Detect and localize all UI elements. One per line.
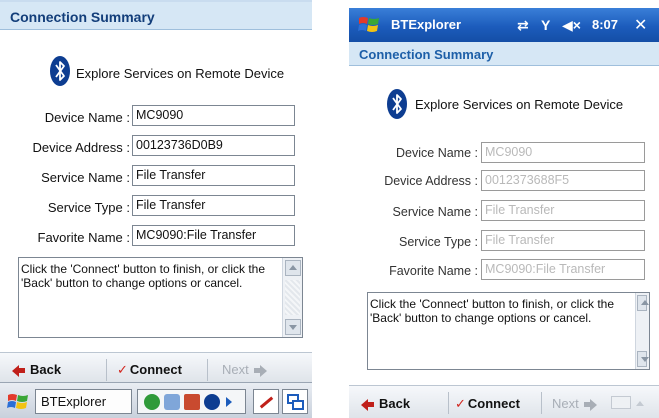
- favorite-name-label: Favorite Name :: [389, 264, 478, 278]
- scroll-track[interactable]: [285, 280, 300, 315]
- instructions-box[interactable]: Click the 'Connect' button to finish, or…: [367, 292, 650, 370]
- sync-icon[interactable]: [164, 394, 180, 410]
- instructions-box[interactable]: Click the 'Connect' button to finish, or…: [18, 257, 303, 338]
- service-name-field[interactable]: File Transfer: [132, 165, 295, 186]
- signal-icon[interactable]: Y: [541, 17, 550, 33]
- left-screen: Connection Summary Explore Services on R…: [0, 0, 312, 418]
- instructions-text: Click the 'Connect' button to finish, or…: [21, 262, 266, 290]
- bluetooth-icon: [50, 56, 70, 86]
- favorite-name-field[interactable]: MC9090:File Transfer: [132, 225, 295, 246]
- softkey-bar: Back ✓ Connect Next: [0, 352, 312, 382]
- connect-button[interactable]: ✓ Connect: [117, 362, 182, 378]
- title-bar: BTExplorer ⇄ Y ◀× 8:07 ✕: [349, 8, 659, 42]
- scroll-down-icon[interactable]: [637, 351, 649, 367]
- back-button[interactable]: Back: [361, 396, 410, 411]
- scroll-up-icon[interactable]: [285, 260, 301, 276]
- instructions-scrollbar[interactable]: [635, 293, 649, 369]
- instructions-text: Click the 'Connect' button to finish, or…: [370, 297, 615, 325]
- windows-flag-icon[interactable]: [357, 14, 381, 36]
- next-button[interactable]: Next: [552, 396, 597, 411]
- taskbar-app-button[interactable]: BTExplorer: [35, 389, 132, 414]
- window-switch-icon[interactable]: [282, 389, 308, 414]
- service-type-label: Service Type :: [399, 235, 478, 249]
- input-menu-icon[interactable]: [636, 401, 644, 406]
- tray-expand-icon[interactable]: [226, 397, 232, 407]
- device-address-label: Device Address :: [384, 174, 478, 188]
- volume-icon[interactable]: ◀×: [562, 17, 581, 34]
- device-name-label: Device Name :: [396, 146, 478, 160]
- service-name-label: Service Name :: [392, 205, 478, 219]
- connectivity-icon[interactable]: ⇄: [517, 17, 529, 34]
- service-name-label: Service Name :: [41, 170, 130, 185]
- page-header: Connection Summary: [349, 42, 659, 66]
- bluetooth-icon: [387, 89, 407, 119]
- explore-services-text: Explore Services on Remote Device: [415, 97, 624, 112]
- page-title: Connection Summary: [10, 9, 155, 25]
- star-icon[interactable]: [184, 394, 200, 410]
- system-tray[interactable]: [137, 389, 246, 414]
- clock[interactable]: 8:07: [592, 17, 618, 32]
- taskbar: BTExplorer: [0, 382, 312, 418]
- back-arrow-icon: [12, 364, 19, 377]
- checkmark-icon: ✓: [117, 362, 128, 377]
- scroll-down-icon[interactable]: [285, 319, 301, 335]
- next-button[interactable]: Next: [222, 362, 267, 377]
- back-arrow-icon: [361, 398, 368, 411]
- service-name-field[interactable]: File Transfer: [481, 200, 645, 221]
- service-type-field[interactable]: File Transfer: [481, 230, 645, 251]
- service-type-field[interactable]: File Transfer: [132, 195, 295, 216]
- scroll-up-icon[interactable]: [637, 295, 649, 311]
- app-title: BTExplorer: [391, 17, 462, 32]
- instructions-scrollbar[interactable]: [282, 258, 302, 337]
- close-icon[interactable]: ✕: [634, 15, 647, 35]
- page-title: Connection Summary: [359, 47, 494, 62]
- softkey-bar: Back ✓ Connect Next: [349, 385, 659, 418]
- service-type-label: Service Type :: [47, 200, 130, 215]
- bluetooth-tray-icon[interactable]: [204, 394, 220, 410]
- device-address-label: Device Address :: [32, 140, 130, 155]
- checkmark-icon: ✓: [455, 396, 466, 411]
- edit-icon[interactable]: [253, 389, 279, 414]
- device-name-field[interactable]: MC9090: [481, 142, 645, 163]
- device-address-field[interactable]: 00123736D0B9: [132, 135, 295, 156]
- keyboard-icon[interactable]: [611, 396, 631, 409]
- explore-services-text: Explore Services on Remote Device: [76, 66, 285, 81]
- network-icon[interactable]: [144, 394, 160, 410]
- right-screen: BTExplorer ⇄ Y ◀× 8:07 ✕ Connection Summ…: [349, 0, 659, 418]
- favorite-name-field[interactable]: MC9090:File Transfer: [481, 259, 645, 280]
- device-name-label: Device Name :: [44, 110, 130, 125]
- page-header: Connection Summary: [0, 0, 312, 30]
- connect-button[interactable]: ✓ Connect: [455, 396, 520, 412]
- favorite-name-label: Favorite Name :: [37, 230, 130, 245]
- windows-flag-icon[interactable]: [6, 391, 30, 413]
- back-button[interactable]: Back: [12, 362, 61, 377]
- device-name-field[interactable]: MC9090: [132, 105, 295, 126]
- device-address-field[interactable]: 0012373688F5: [481, 170, 645, 191]
